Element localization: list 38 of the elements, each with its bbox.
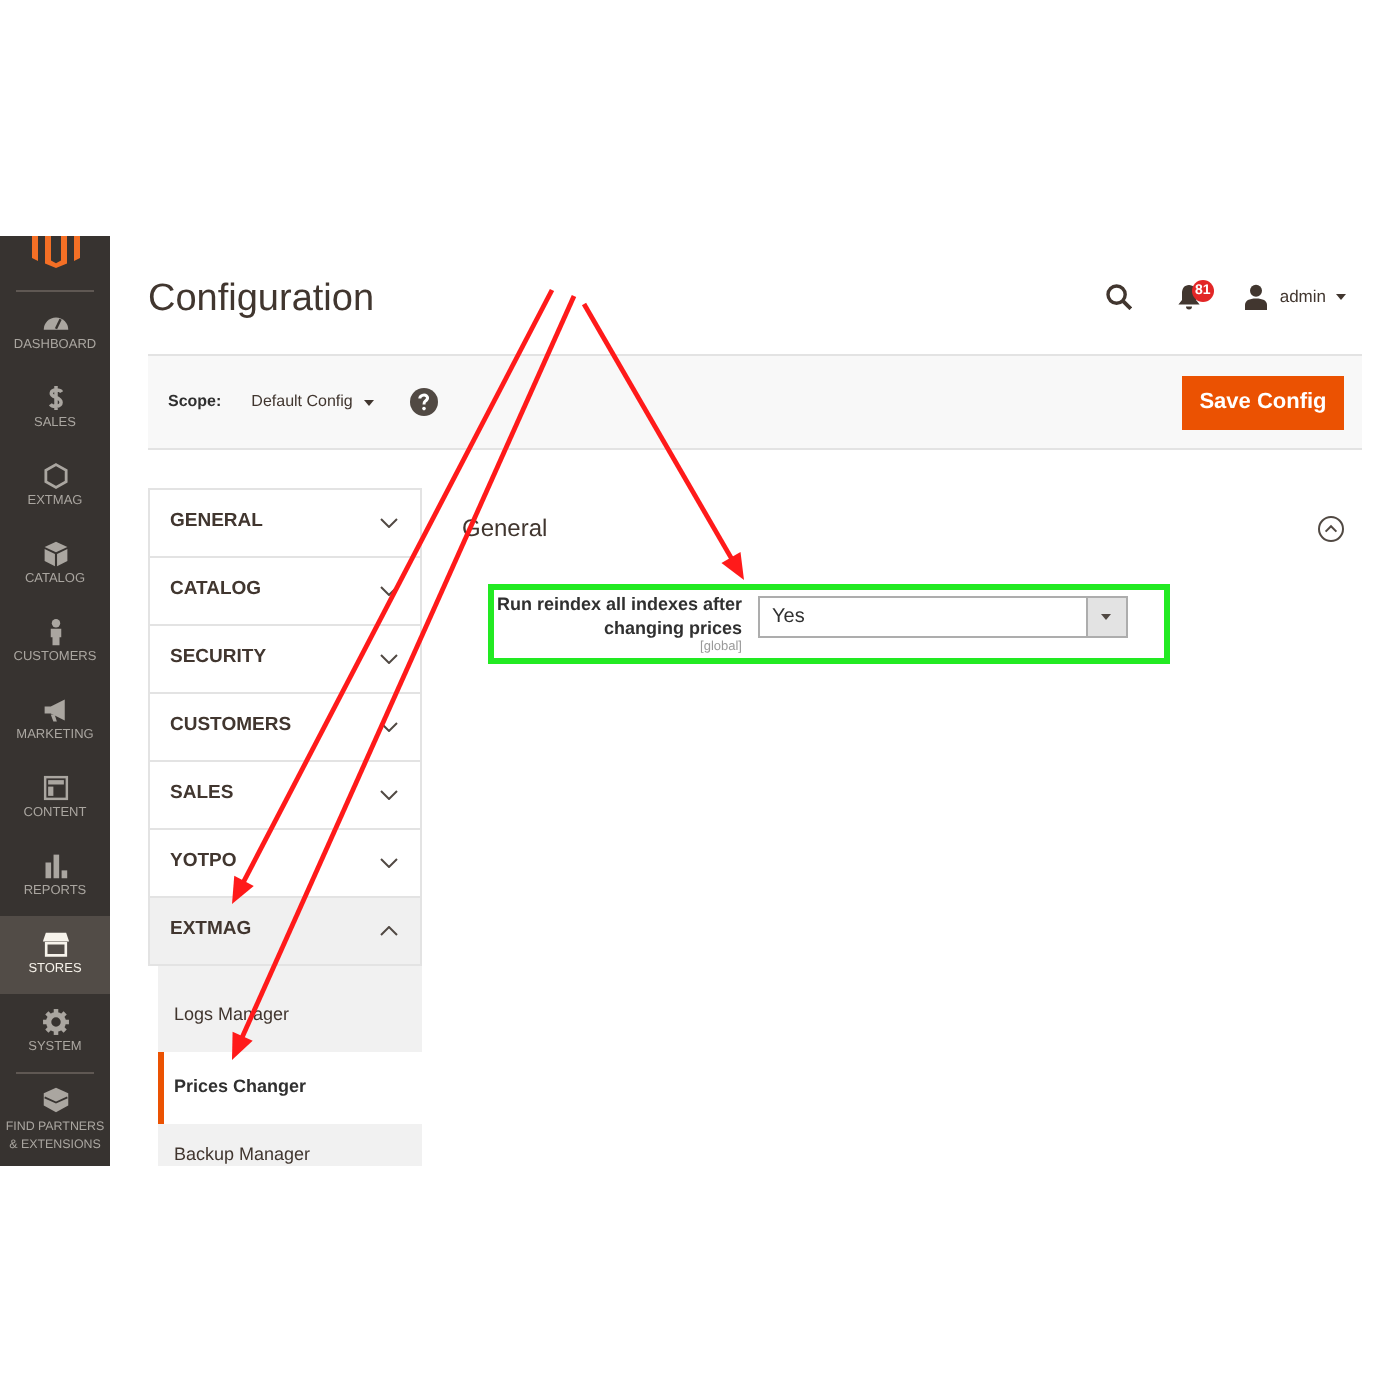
scope-label: Scope:: [168, 390, 222, 414]
logo-icon[interactable]: [31, 236, 79, 268]
storefront-icon: [41, 930, 69, 958]
chevron-down-icon: [380, 654, 398, 664]
user-icon: [1243, 283, 1268, 309]
chevron-down-icon: [380, 722, 398, 732]
chevron-down-icon: [380, 518, 398, 528]
chevron-down-icon: [380, 858, 398, 868]
scope-switcher[interactable]: Default Config: [251, 390, 375, 414]
caret-icon: [1336, 293, 1346, 299]
package-icon: [41, 1086, 69, 1114]
caret-icon: [364, 399, 375, 405]
chevron-up-icon: [380, 926, 398, 936]
nav-section[interactable]: SECURITY: [148, 626, 422, 694]
field-label: Run reindex all indexes after changing prices: [494, 592, 742, 640]
layout-icon: [41, 774, 69, 802]
help-icon[interactable]: [410, 388, 439, 416]
nav-section[interactable]: CATALOG: [148, 558, 422, 626]
nav-section[interactable]: EXTMAG: [148, 898, 422, 966]
save-config-button[interactable]: Save Config: [1182, 375, 1344, 429]
nav-link[interactable]: Backup Manager: [158, 1124, 422, 1166]
select-field[interactable]: Yes: [758, 596, 1128, 638]
nav-section[interactable]: YOTPO: [148, 830, 422, 898]
gear-icon: [41, 1008, 69, 1036]
nav-section[interactable]: SALES: [148, 762, 422, 830]
bar-chart-icon: [41, 852, 69, 880]
search-icon[interactable]: [1105, 283, 1132, 309]
nav-section[interactable]: CUSTOMERS: [148, 694, 422, 762]
hexagon-icon: [41, 462, 69, 490]
megaphone-icon: [41, 696, 69, 724]
page-title: Configuration: [148, 276, 375, 324]
chevron-down-icon: [380, 586, 398, 596]
collapse-icon[interactable]: [1318, 515, 1344, 541]
chevron-down-icon: [380, 790, 398, 800]
box-icon: [41, 540, 69, 568]
caret-icon: [1086, 598, 1126, 636]
nav-section[interactable]: GENERAL: [148, 490, 422, 558]
account-menu[interactable]: admin: [1243, 283, 1346, 309]
